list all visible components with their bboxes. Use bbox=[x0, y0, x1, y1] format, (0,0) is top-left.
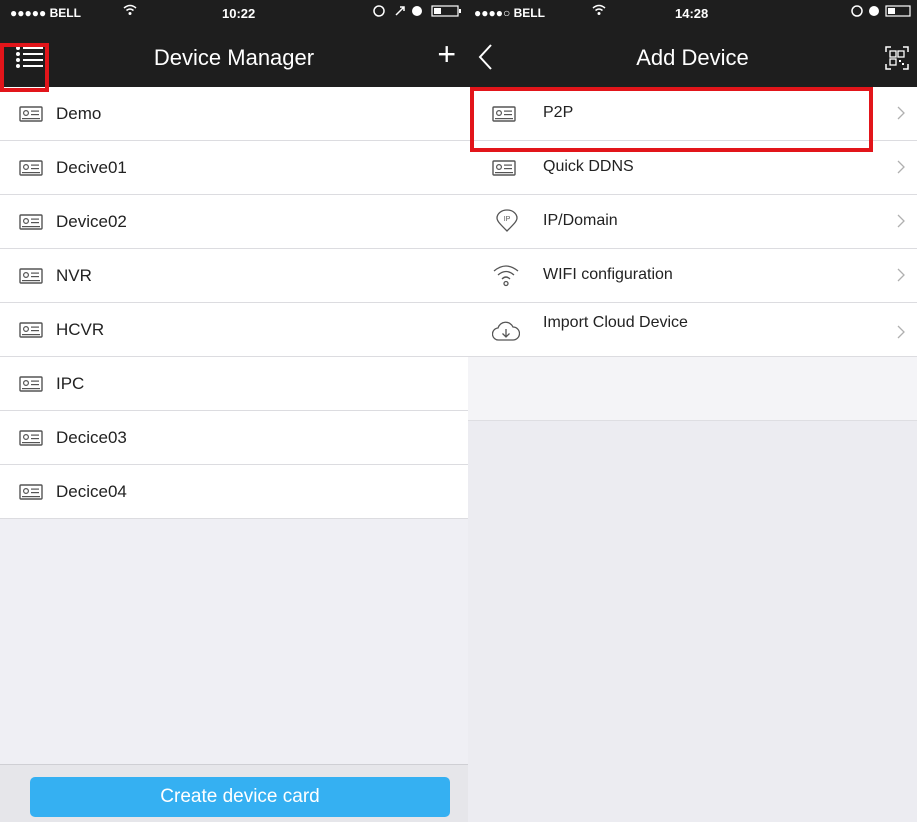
device-icon bbox=[19, 376, 43, 397]
device-label: IPC bbox=[56, 374, 85, 393]
page-title: Device Manager bbox=[153, 45, 315, 70]
device-icon bbox=[19, 214, 43, 235]
wifi-status-icon bbox=[592, 3, 606, 20]
header: ●●●●● BELL 10:22 Device Manager + bbox=[0, 0, 468, 87]
chevron-right-icon bbox=[897, 214, 905, 233]
cloud-download-icon bbox=[491, 321, 521, 348]
create-device-card-button[interactable]: Create device card bbox=[30, 777, 450, 817]
ip-pin-icon: IP bbox=[496, 209, 518, 238]
option-import-cloud-device[interactable]: Import Cloud Device bbox=[468, 303, 917, 357]
device-icon bbox=[492, 160, 516, 181]
device-label: Decice03 bbox=[56, 428, 127, 447]
device-label: NVR bbox=[56, 266, 92, 285]
device-icon bbox=[19, 430, 43, 451]
device-label: Demo bbox=[56, 104, 102, 123]
device-label: Decice04 bbox=[56, 482, 127, 501]
chevron-right-icon bbox=[897, 325, 905, 344]
device-row[interactable]: Demo bbox=[0, 87, 468, 141]
carrier-label: ●●●●○ BELL bbox=[474, 6, 545, 20]
device-row[interactable]: NVR bbox=[0, 249, 468, 303]
device-row[interactable]: HCVR bbox=[0, 303, 468, 357]
device-row[interactable]: Decice04 bbox=[0, 465, 468, 519]
option-wifi-configuration[interactable]: WIFI configuration bbox=[468, 249, 917, 303]
device-icon bbox=[19, 106, 43, 127]
carrier-label: ●●●●● BELL bbox=[10, 6, 81, 20]
device-row[interactable]: IPC bbox=[0, 357, 468, 411]
chevron-right-icon bbox=[897, 106, 905, 125]
option-label: Quick DDNS bbox=[543, 158, 634, 175]
chevron-right-icon bbox=[897, 160, 905, 179]
page-title: Add Device bbox=[636, 45, 749, 70]
device-row[interactable]: Decive01 bbox=[0, 141, 468, 195]
option-label: IP/Domain bbox=[543, 212, 618, 229]
device-row[interactable]: Decice03 bbox=[0, 411, 468, 465]
time-label: 14:28 bbox=[675, 6, 709, 21]
option-ip-domain[interactable]: IP IP/Domain bbox=[468, 195, 917, 249]
device-label: HCVR bbox=[56, 320, 105, 339]
svg-text:IP: IP bbox=[504, 216, 511, 223]
device-manager-screen: ●●●●● BELL 10:22 Device Manager + Demo D… bbox=[0, 0, 468, 822]
option-label: Import Cloud Device bbox=[543, 314, 688, 331]
navbar: Add Device bbox=[468, 28, 917, 87]
section-spacer bbox=[468, 357, 917, 421]
add-device-button[interactable]: + bbox=[437, 36, 456, 73]
time-label: 10:22 bbox=[222, 6, 256, 21]
wifi-status-icon bbox=[123, 3, 137, 20]
option-label: WIFI configuration bbox=[543, 266, 673, 283]
status-icons bbox=[372, 4, 464, 21]
device-icon bbox=[19, 268, 43, 289]
wifi-icon bbox=[493, 262, 519, 293]
device-list: Demo Decive01 Device02 NVR HCVR IPC Deci… bbox=[0, 87, 468, 519]
status-bar: ●●●●● BELL 10:22 bbox=[0, 0, 468, 28]
status-bar: ●●●●○ BELL 14:28 bbox=[468, 0, 917, 28]
menu-button-highlight bbox=[0, 43, 49, 92]
device-label: Decive01 bbox=[56, 158, 127, 177]
device-label: Device02 bbox=[56, 212, 127, 231]
status-icons bbox=[850, 4, 912, 21]
chevron-right-icon bbox=[897, 268, 905, 287]
device-icon bbox=[19, 322, 43, 343]
p2p-option-highlight bbox=[470, 87, 873, 152]
scan-qr-button[interactable] bbox=[885, 46, 909, 70]
device-icon bbox=[19, 160, 43, 181]
qr-code-icon bbox=[885, 46, 909, 70]
header: ●●●●○ BELL 14:28 Add Device bbox=[468, 0, 917, 87]
device-row[interactable]: Device02 bbox=[0, 195, 468, 249]
navbar: Device Manager + bbox=[0, 28, 468, 87]
bottom-bar: Create device card bbox=[0, 764, 468, 822]
device-icon bbox=[19, 484, 43, 505]
